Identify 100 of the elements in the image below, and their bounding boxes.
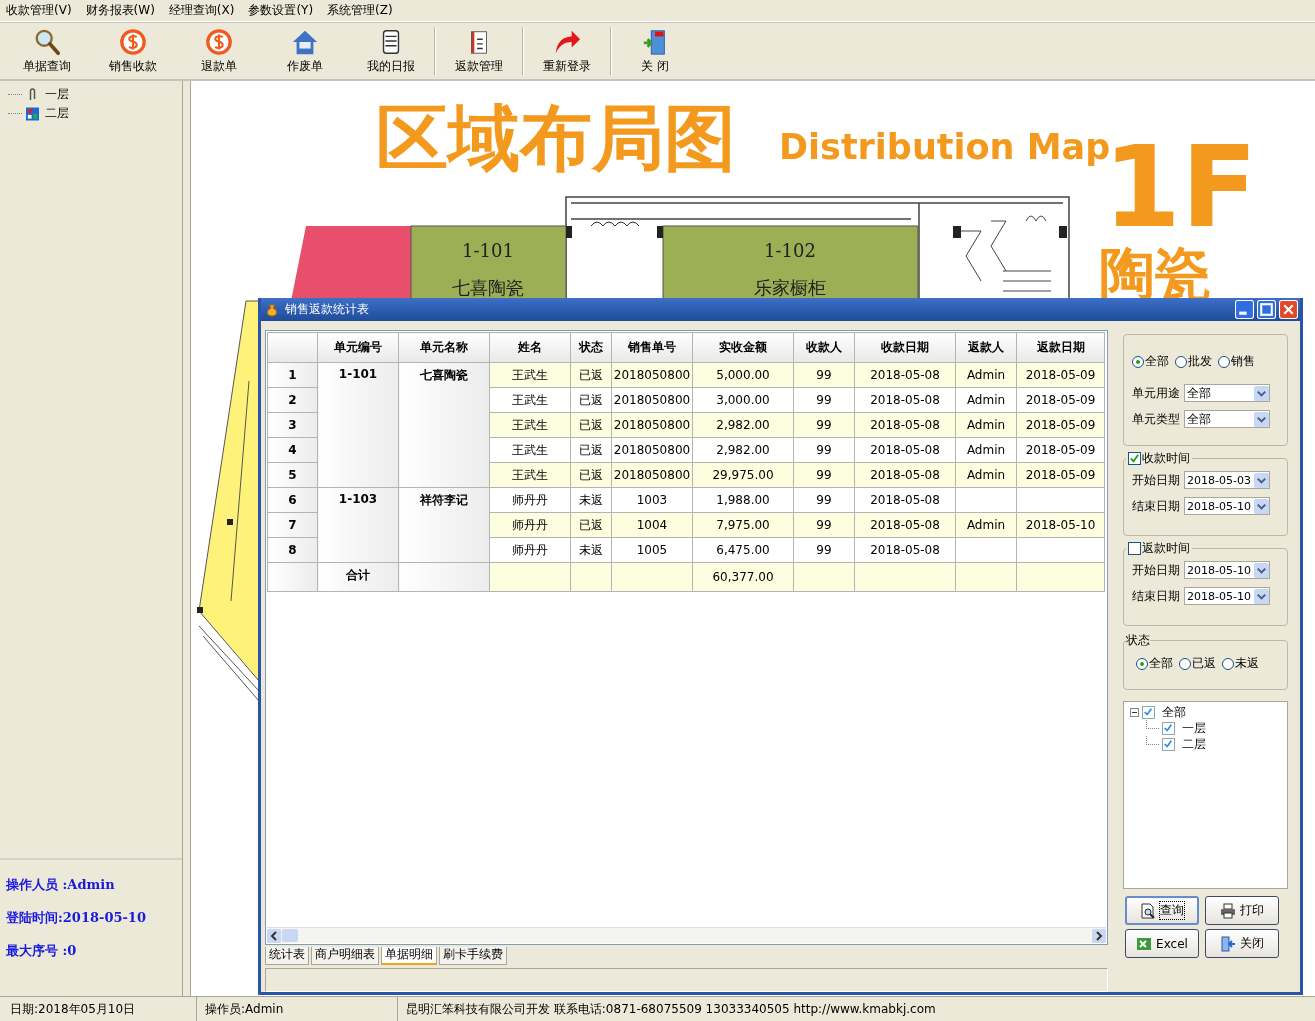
table-cell: 2018050800 <box>611 462 693 488</box>
field-label: 结束日期 <box>1132 587 1180 605</box>
date-field[interactable]: 2018-05-10 <box>1184 497 1270 515</box>
menu-item[interactable]: 参数设置(Y) <box>246 2 316 19</box>
dollar-icon <box>119 27 147 56</box>
table-cell: 2018-05-09 <box>1016 362 1105 388</box>
dropdown-field[interactable]: 全部 <box>1184 410 1270 428</box>
date-field[interactable]: 2018-05-10 <box>1184 587 1270 605</box>
radio-button[interactable]: 已返 <box>1179 655 1216 672</box>
menu-item[interactable]: 经理查询(X) <box>166 2 237 19</box>
tree-item[interactable]: 二层 <box>43 105 71 122</box>
tab[interactable]: 单据明细 <box>381 947 437 965</box>
room-name: 乐家橱柜 <box>754 277 826 298</box>
table-cell: 2018-05-09 <box>1016 387 1105 413</box>
table-cell: 2018050800 <box>611 412 693 438</box>
table-cell: 1004 <box>611 512 693 538</box>
radio-button[interactable]: 全部 <box>1132 353 1169 370</box>
dialog-button[interactable]: 关闭 <box>1205 929 1279 958</box>
column-header[interactable]: 收款人 <box>793 332 855 363</box>
table-cell: 2018-05-08 <box>854 412 956 438</box>
table-cell: 王武生 <box>489 437 571 463</box>
table-cell: 2018-05-08 <box>854 487 956 513</box>
radio-button[interactable]: 销售 <box>1218 353 1255 370</box>
spreadsheet-icon <box>1136 935 1153 952</box>
table-cell: 29,975.00 <box>692 462 794 488</box>
column-header[interactable]: 姓名 <box>489 332 571 363</box>
table-cell: 2018050800 <box>611 437 693 463</box>
tree-item[interactable]: 二层 <box>1178 735 1206 753</box>
printer-icon <box>1220 902 1236 919</box>
radio-button[interactable]: 未返 <box>1222 655 1259 672</box>
floor-grid-icon <box>26 106 39 121</box>
info-text: 最大序号 :0 <box>6 942 78 960</box>
toolbar-button[interactable]: 退款单 <box>176 23 262 79</box>
checkmark-icon <box>1129 453 1140 464</box>
table-cell: 1005 <box>611 537 693 563</box>
table-cell: 王武生 <box>489 462 571 488</box>
column-header[interactable]: 单元编号 <box>317 332 399 363</box>
scroll-thumb[interactable] <box>282 929 298 942</box>
column-header[interactable]: 收款日期 <box>854 332 956 363</box>
column-header[interactable]: 实收金额 <box>692 332 794 363</box>
radio-button[interactable]: 全部 <box>1136 655 1173 672</box>
menu-item[interactable]: 收款管理(V) <box>4 2 74 19</box>
scroll-left-icon[interactable] <box>267 928 281 943</box>
date-field[interactable]: 2018-05-10 <box>1184 561 1270 579</box>
column-header[interactable]: 返款日期 <box>1016 332 1105 363</box>
table-cell: 王武生 <box>489 412 571 438</box>
tree-item[interactable]: 一层 <box>43 86 71 103</box>
minimize-icon[interactable] <box>1235 300 1254 319</box>
toolbar-button[interactable]: 销售收款 <box>90 23 176 79</box>
dropdown-field[interactable]: 全部 <box>1184 384 1270 402</box>
close-icon[interactable] <box>1279 300 1298 319</box>
window-title: 销售返款统计表 <box>285 301 369 318</box>
toolbar-button[interactable]: 单据查询 <box>4 23 90 79</box>
menu-item[interactable]: 系统管理(Z) <box>325 2 395 19</box>
toolbar-button[interactable]: 返款管理 <box>436 23 522 79</box>
dialog-button[interactable]: 打印 <box>1205 896 1279 925</box>
table-cell: 2018050800 <box>611 387 693 413</box>
tab[interactable]: 统计表 <box>265 947 309 965</box>
tab[interactable]: 刷卡手续费 <box>439 947 507 965</box>
checkbox[interactable]: 返款时间 <box>1126 540 1192 557</box>
exit-door-icon <box>1220 935 1236 952</box>
row-number: 7 <box>267 512 318 538</box>
map-title: 区域布局图 <box>376 96 736 180</box>
column-header[interactable]: 销售单号 <box>611 332 693 363</box>
table-cell: 2018-05-08 <box>854 387 956 413</box>
horizontal-scrollbar[interactable] <box>267 927 1106 943</box>
column-header[interactable]: 单元名称 <box>398 332 490 363</box>
table-cell: 7,975.00 <box>692 512 794 538</box>
collapse-icon[interactable] <box>1130 707 1139 717</box>
table-cell: 2018-05-08 <box>854 537 956 563</box>
tree-checkbox[interactable] <box>1162 737 1175 751</box>
table-cell: 3,000.00 <box>692 387 794 413</box>
tree-checkbox[interactable] <box>1162 721 1175 735</box>
dialog-button[interactable]: Excel <box>1125 929 1199 958</box>
tree-checkbox[interactable] <box>1142 705 1155 719</box>
unit-name-cell: 祥符李记 <box>398 487 490 563</box>
tab[interactable]: 商户明细表 <box>311 947 379 965</box>
toolbar-button[interactable]: 作废单 <box>262 23 348 79</box>
maximize-icon[interactable] <box>1257 300 1276 319</box>
tree-item[interactable]: 一层 <box>1178 719 1206 737</box>
tree-item[interactable]: 全部 <box>1158 703 1186 721</box>
table-cell: 2018-05-08 <box>854 462 956 488</box>
column-header[interactable]: 状态 <box>570 332 612 363</box>
field-label: 开始日期 <box>1132 561 1180 579</box>
date-field[interactable]: 2018-05-03 <box>1184 471 1270 489</box>
column-header[interactable]: 返款人 <box>955 332 1017 363</box>
table-cell: 2018-05-09 <box>1016 437 1105 463</box>
toolbar-button[interactable]: 关 闭 <box>612 23 698 79</box>
toolbar-button[interactable]: 我的日报 <box>348 23 434 79</box>
dialog-button[interactable]: 查询 <box>1125 896 1199 925</box>
dollar-icon <box>205 27 233 56</box>
table-cell: 2018-05-08 <box>854 362 956 388</box>
table-cell: 6,475.00 <box>692 537 794 563</box>
table-cell: 2,982.00 <box>692 412 794 438</box>
toolbar-button[interactable]: 重新登录 <box>524 23 610 79</box>
row-number: 4 <box>267 437 318 463</box>
radio-button[interactable]: 批发 <box>1175 353 1212 370</box>
checkbox[interactable]: 收款时间 <box>1126 450 1192 467</box>
scroll-right-icon[interactable] <box>1092 928 1106 943</box>
menu-item[interactable]: 财务报表(W) <box>83 2 157 19</box>
